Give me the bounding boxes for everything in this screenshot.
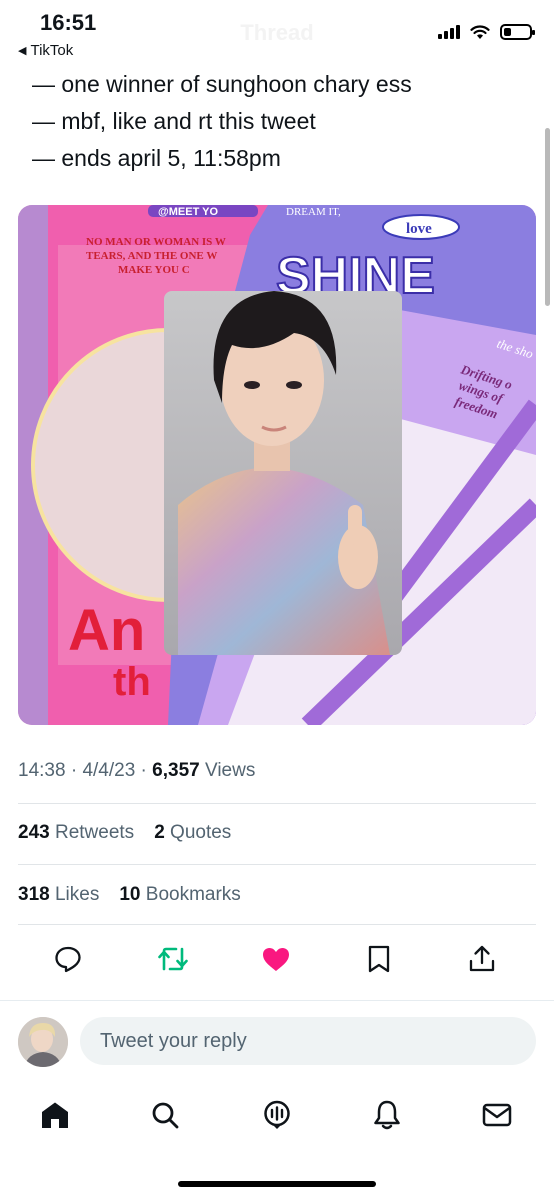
views-count: 6,357 (152, 760, 200, 781)
wifi-icon (470, 24, 490, 39)
tweet-meta: 14:38 · 4/4/23 · 6,357 Views (18, 760, 255, 782)
divider (18, 864, 536, 865)
likes-label: Likes (54, 884, 100, 905)
tweet-line: — one winner of sunghoon chary ess (32, 71, 412, 97)
like-button[interactable] (252, 935, 300, 983)
retweets-count: 243 (18, 822, 50, 843)
photo-big-text: th (113, 660, 151, 704)
reply-bar: Tweet your reply (0, 1000, 554, 1081)
reply-button[interactable] (44, 935, 92, 983)
share-icon (469, 945, 495, 972)
photo-quote-text: MAKE YOU C (118, 264, 190, 276)
avatar[interactable] (18, 1017, 68, 1067)
meta-separator: · (70, 760, 78, 781)
notifications-icon (374, 1100, 400, 1130)
quotes-count: 2 (154, 822, 165, 843)
likes-count: 318 (18, 884, 50, 905)
tab-notifications[interactable] (362, 1090, 412, 1140)
photo-illustration: @MEET YO NO MAN OR WOMAN IS W TEARS, AND… (18, 205, 536, 725)
home-icon (42, 1102, 68, 1128)
tweet-time: 14:38 (18, 760, 66, 781)
retweet-button[interactable] (149, 935, 197, 983)
retweets-label: Retweets (54, 822, 135, 843)
tweet-line: — mbf, like and rt this tweet (32, 108, 316, 134)
tab-messages[interactable] (472, 1090, 522, 1140)
tweet-date: 4/4/23 (82, 760, 136, 781)
avatar-image (18, 1017, 68, 1067)
photo-quote-text: TEARS, AND THE ONE W (86, 250, 217, 262)
like-icon (263, 948, 289, 971)
meta-separator: · (140, 760, 147, 781)
photo-big-text: An (68, 598, 145, 663)
status-bar: 16:51 ◀ TikTok Thread (0, 0, 554, 70)
home-indicator (178, 1181, 376, 1187)
likes-stat[interactable]: 318 Likes (18, 884, 99, 906)
tweet-actions (0, 935, 554, 983)
bookmarks-stat[interactable]: 10 Bookmarks (119, 884, 240, 906)
tab-spaces[interactable] (252, 1090, 302, 1140)
tweet-line: — ends april 5, 11:58pm (32, 145, 281, 171)
tweet-text: — one winner of sunghoon chary ess — mbf… (32, 66, 412, 177)
spaces-icon (264, 1100, 290, 1129)
retweet-icon (158, 947, 188, 971)
bookmarks-label: Bookmarks (145, 884, 241, 905)
bookmark-icon (368, 945, 390, 973)
scrollbar[interactable] (545, 128, 550, 306)
divider (18, 803, 536, 804)
bottom-tab-bar (0, 1090, 554, 1140)
retweets-stat[interactable]: 243 Retweets (18, 822, 134, 844)
share-button[interactable] (458, 935, 506, 983)
photo-banner-text: @MEET YO (158, 206, 218, 218)
reply-icon (55, 946, 81, 973)
quotes-label: Quotes (170, 822, 232, 843)
tweet-photo[interactable]: @MEET YO NO MAN OR WOMAN IS W TEARS, AND… (18, 205, 536, 725)
reply-input[interactable]: Tweet your reply (80, 1017, 536, 1065)
status-indicators (438, 24, 535, 40)
tab-home[interactable] (30, 1090, 80, 1140)
cellular-signal-icon (438, 25, 460, 39)
bookmark-button[interactable] (355, 935, 403, 983)
photo-quote-text: NO MAN OR WOMAN IS W (86, 236, 226, 248)
views-label: Views (204, 760, 256, 781)
photo-dream-text: DREAM IT, (286, 206, 341, 218)
tab-search[interactable] (140, 1090, 190, 1140)
messages-icon (482, 1103, 512, 1127)
stats-row-retweets: 243 Retweets 2 Quotes (18, 822, 231, 844)
bookmarks-count: 10 (119, 884, 141, 905)
battery-icon (500, 24, 535, 40)
search-icon (152, 1102, 179, 1129)
divider (18, 924, 536, 925)
photo-love-text: love (406, 221, 432, 237)
stats-row-likes: 318 Likes 10 Bookmarks (18, 884, 241, 906)
quotes-stat[interactable]: 2 Quotes (154, 822, 231, 844)
